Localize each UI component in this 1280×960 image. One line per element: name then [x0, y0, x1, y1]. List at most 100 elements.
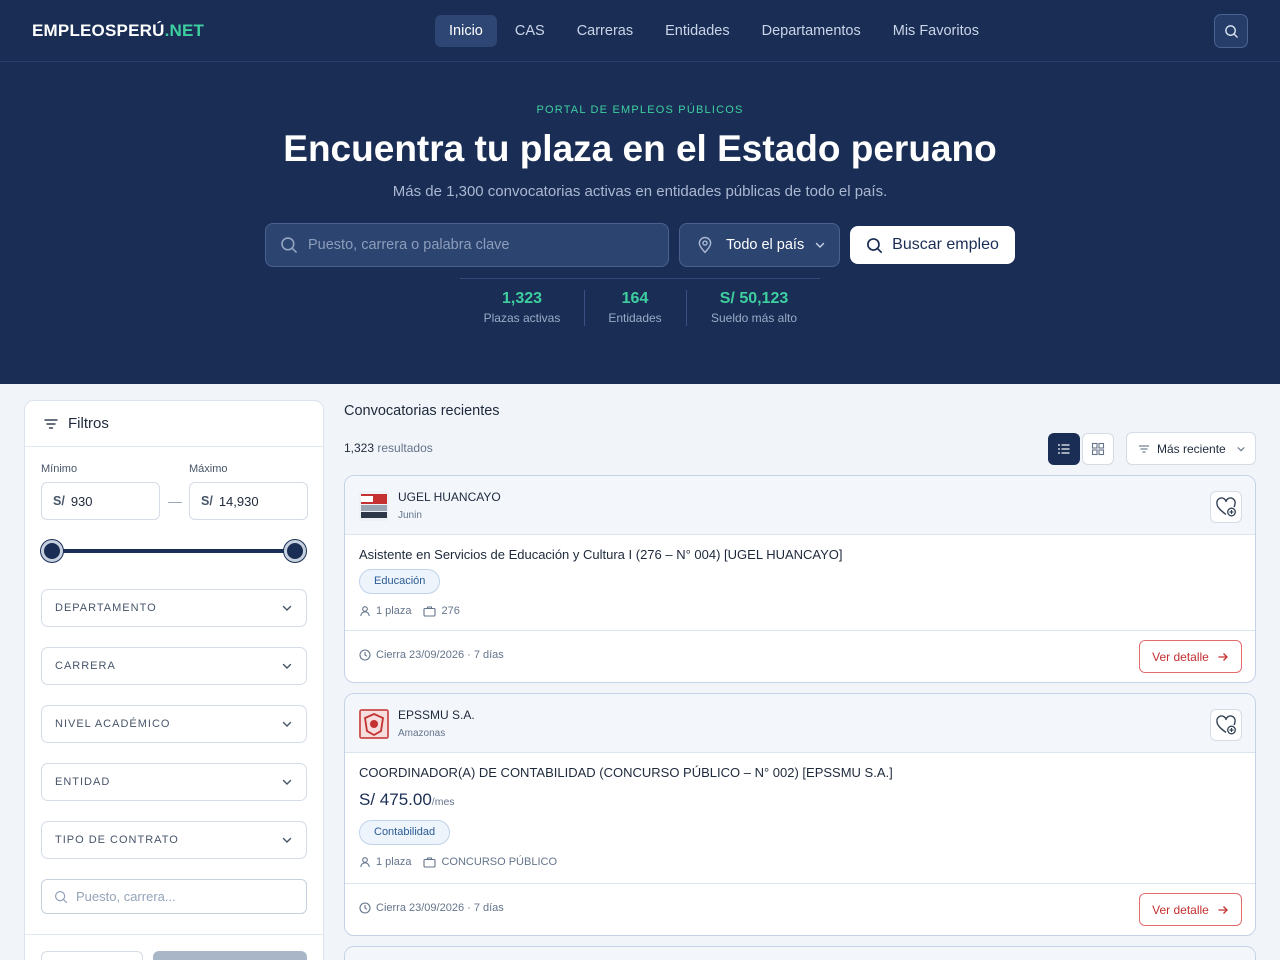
search-icon [867, 237, 883, 253]
salary: S/ 475.00/mes [359, 790, 455, 809]
job-title[interactable]: COORDINADOR(A) DE CONTABILIDAD (CONCURSO… [359, 765, 1241, 781]
job-card-header [345, 947, 1255, 960]
hero-eyebrow: PORTAL DE EMPLEOS PÚBLICOS [536, 104, 744, 116]
hero-title: Encuentra tu plaza en el Estado peruano [283, 128, 997, 169]
job-title[interactable]: Asistente en Servicios de Educación y Cu… [359, 547, 1241, 563]
stat-sueldo: S/ 50,123 Sueldo más alto [710, 290, 798, 325]
entity-logo [359, 709, 389, 739]
dropdown-tipo-contrato[interactable]: TIPO DE CONTRATO [41, 821, 307, 859]
favorite-button[interactable] [1210, 709, 1242, 741]
apply-filters-button[interactable] [153, 951, 307, 960]
job-card-header: UGEL HUANCAYO Junin [345, 476, 1255, 535]
location-value: Todo el país [726, 237, 805, 253]
job-card-footer: Cierra 23/09/2026 · 7 días Ver detalle [345, 883, 1255, 935]
job-card [344, 946, 1256, 960]
grid-icon [1091, 442, 1105, 456]
user-icon [360, 857, 370, 868]
briefcase-icon [423, 857, 437, 868]
chevron-down-icon [282, 779, 292, 785]
chevron-down-icon [282, 663, 292, 669]
job-card-footer: Cierra 23/09/2026 · 7 días Ver detalle [345, 630, 1255, 682]
nav-link-departamentos[interactable]: Departamentos [748, 15, 875, 47]
salary-range-track[interactable] [52, 549, 295, 553]
dropdown-label: ENTIDAD [55, 776, 111, 788]
sort-select[interactable]: Más reciente [1126, 432, 1256, 465]
career-tag[interactable]: Educación [359, 569, 441, 594]
stats-divider [460, 278, 820, 279]
location-select[interactable]: Todo el país [679, 223, 840, 267]
job-card-body: COORDINADOR(A) DE CONTABILIDAD (CONCURSO… [345, 753, 1255, 868]
filter-search-field[interactable] [41, 879, 307, 914]
currency-label: S/ [201, 494, 213, 508]
sort-label: Más reciente [1157, 441, 1226, 456]
section-title: Convocatorias recientes [344, 403, 500, 419]
clock-icon [359, 902, 371, 914]
list-view-button[interactable] [1048, 433, 1080, 465]
nav-search-button[interactable] [1214, 14, 1248, 48]
nav-link-favoritos[interactable]: Mis Favoritos [879, 15, 993, 47]
salary-min-handle[interactable] [41, 540, 63, 562]
min-salary-field[interactable]: S/ 930 [41, 482, 160, 520]
user-icon [360, 606, 370, 617]
hero-section: PORTAL DE EMPLEOS PÚBLICOS Encuentra tu … [0, 62, 1280, 384]
briefcase-icon [423, 606, 437, 617]
chevron-down-icon [282, 721, 292, 727]
max-label: Máximo [189, 463, 228, 475]
dropdown-label: DEPARTAMENTO [55, 602, 157, 614]
view-detail-button[interactable]: Ver detalle [1139, 893, 1242, 926]
arrow-right-icon [1218, 905, 1228, 914]
map-pin-icon [698, 236, 712, 254]
job-card-header: EPSSMU S.A. Amazonas [345, 694, 1255, 753]
stat-entidades: 164 Entidades [608, 290, 662, 325]
nav-link-carreras[interactable]: Carreras [563, 15, 647, 47]
salary-max-handle[interactable] [284, 540, 306, 562]
job-card: UGEL HUANCAYO Junin Asistente en Servici… [344, 475, 1256, 683]
brand-logo[interactable]: EMPLEOSPERÚ.NET [32, 21, 204, 41]
job-card: EPSSMU S.A. Amazonas COORDINADOR(A) DE C… [344, 693, 1256, 936]
max-salary-field[interactable]: S/ 14,930 [189, 482, 308, 520]
job-meta: 1 plaza CONCURSO PÚBLICO [359, 856, 1241, 868]
view-detail-button[interactable]: Ver detalle [1139, 640, 1242, 673]
dropdown-label: NIVEL ACADÉMICO [55, 718, 171, 730]
dropdown-nivel-academico[interactable]: NIVEL ACADÉMICO [41, 705, 307, 743]
main-nav: Inicio CAS Carreras Entidades Departamen… [435, 15, 997, 47]
results-count: 1,323 resultados [344, 441, 433, 455]
nav-link-cas[interactable]: CAS [501, 15, 559, 47]
top-navbar: EMPLEOSPERÚ.NET Inicio CAS Carreras Enti… [0, 0, 1280, 62]
nav-link-inicio[interactable]: Inicio [435, 15, 497, 47]
search-icon [281, 237, 297, 253]
favorite-button[interactable] [1210, 491, 1242, 523]
filter-search-input[interactable] [76, 889, 296, 904]
filter-icon [44, 418, 58, 429]
vacancies-count: 1 plaza [376, 856, 412, 868]
arrow-right-icon [1218, 652, 1228, 661]
list-icon [1058, 444, 1070, 454]
search-jobs-button[interactable]: Buscar empleo [850, 226, 1015, 264]
entity-name[interactable]: EPSSMU S.A. [398, 708, 475, 722]
hero-search-field[interactable] [265, 223, 669, 267]
career-tag[interactable]: Contabilidad [359, 820, 451, 845]
chevron-down-icon [282, 605, 292, 611]
dropdown-entidad[interactable]: ENTIDAD [41, 763, 307, 801]
hero-search-input[interactable] [308, 237, 648, 253]
dropdown-departamento[interactable]: DEPARTAMENTO [41, 589, 307, 627]
clear-filters-button[interactable] [41, 951, 143, 960]
chevron-down-icon [816, 242, 825, 248]
nav-link-entidades[interactable]: Entidades [651, 15, 744, 47]
job-meta: 1 plaza 276 [359, 605, 1241, 617]
max-salary-value: 14,930 [218, 493, 259, 509]
stat-separator [686, 290, 687, 326]
entity-name[interactable]: UGEL HUANCAYO [398, 490, 501, 504]
min-label: Mínimo [41, 463, 78, 475]
filters-header: Filtros [25, 401, 323, 447]
contract-type: CONCURSO PÚBLICO [441, 856, 558, 868]
min-salary-value: 930 [70, 493, 93, 509]
clock-icon [359, 649, 371, 661]
vacancies-count: 1 plaza [376, 605, 412, 617]
filters-footer-divider [25, 934, 323, 935]
currency-label: S/ [53, 494, 65, 508]
stat-separator [584, 290, 585, 326]
dropdown-carrera[interactable]: CARRERA [41, 647, 307, 685]
job-card-body: Asistente en Servicios de Educación y Cu… [345, 535, 1255, 617]
grid-view-button[interactable] [1082, 433, 1114, 465]
